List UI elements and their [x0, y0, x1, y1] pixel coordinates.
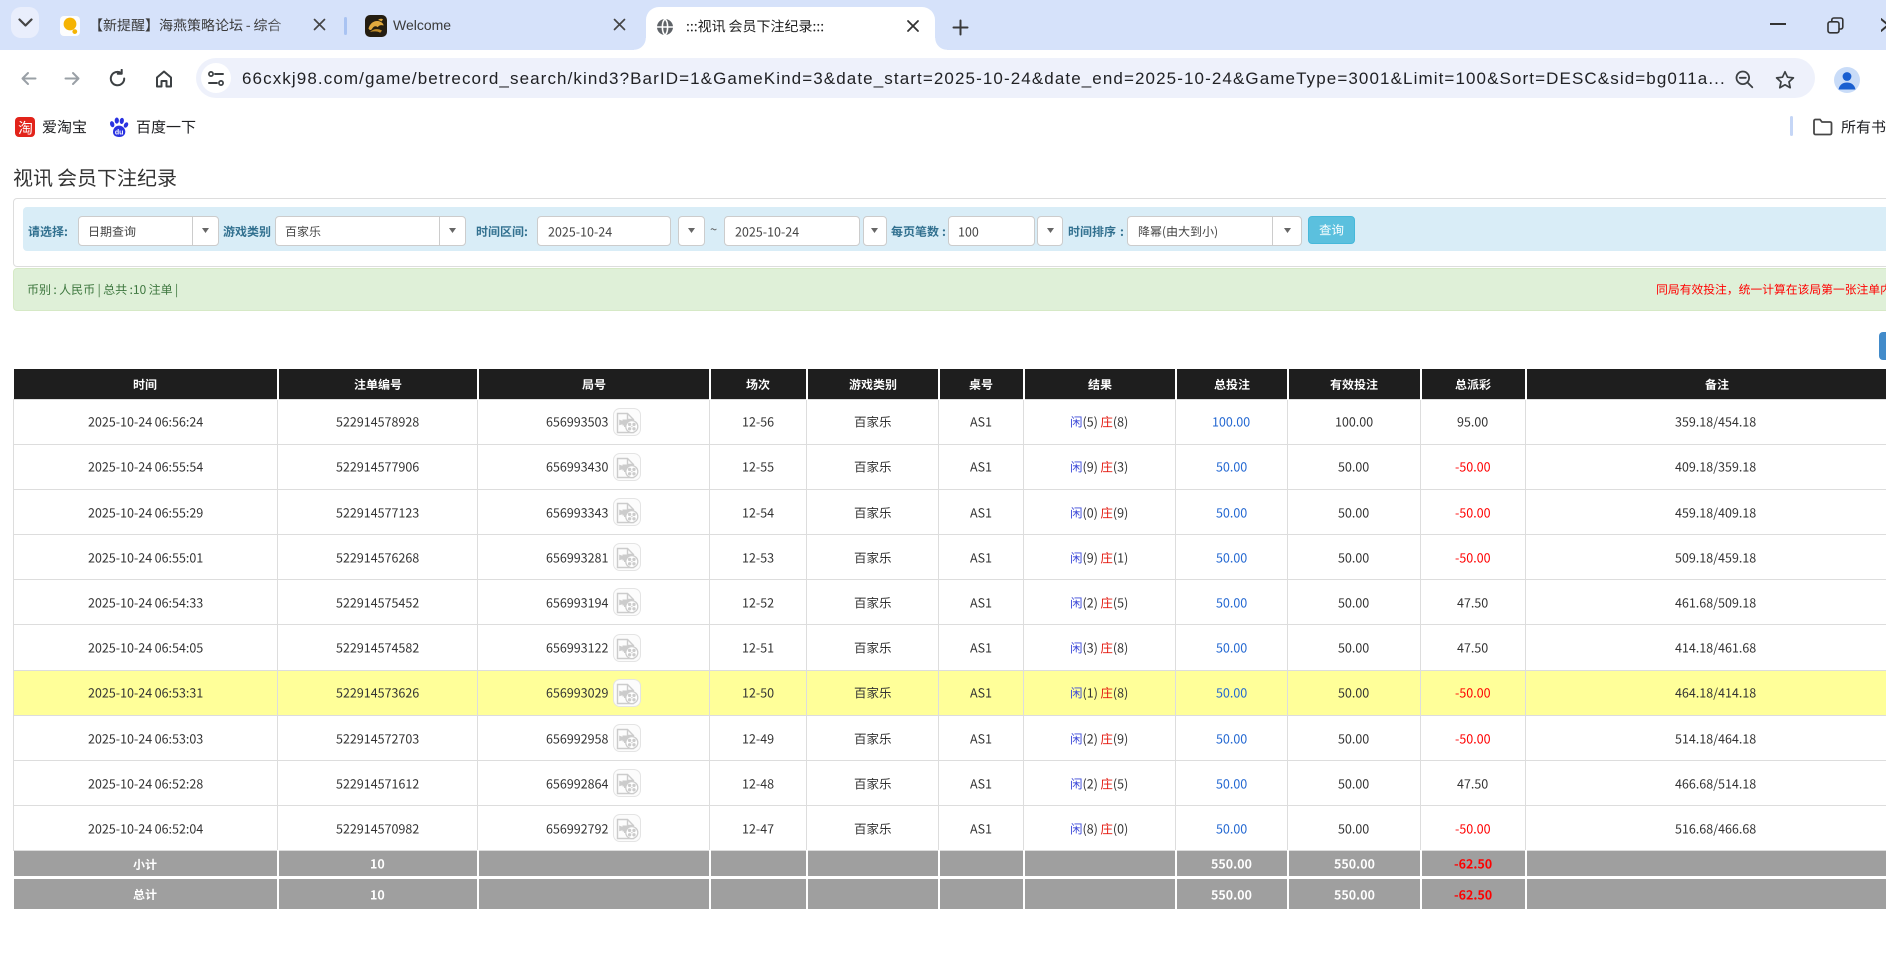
svg-text:du: du: [115, 130, 124, 137]
